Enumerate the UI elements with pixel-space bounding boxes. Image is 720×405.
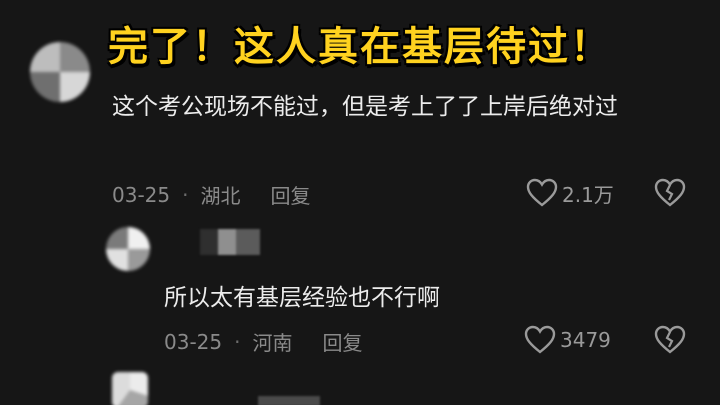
avatar[interactable] xyxy=(30,42,90,102)
avatar[interactable] xyxy=(106,227,150,271)
video-headline: 完了！这人真在基层待过！ xyxy=(108,24,612,70)
comment-text: 这个考公现场不能过，但是考上了了上岸后绝对过 xyxy=(112,94,618,120)
broken-heart-icon[interactable] xyxy=(654,178,686,208)
like-count: 2.1万 xyxy=(562,182,614,207)
comment-date: 03-25 xyxy=(164,329,223,354)
comment-meta: 03-25 · 河南 回复 xyxy=(164,327,362,356)
heart-outline-icon xyxy=(526,178,558,207)
reply-button[interactable]: 回复 xyxy=(322,327,362,356)
broken-heart-icon[interactable] xyxy=(654,325,686,355)
like-button[interactable]: 2.1万 xyxy=(526,178,614,208)
comment-location: 湖北 xyxy=(200,184,241,208)
username-blurred xyxy=(200,229,260,255)
comment-text: 所以太有基层经验也不行啊 xyxy=(164,285,440,311)
comment-date: 03-25 xyxy=(112,182,171,207)
comment-location: 河南 xyxy=(252,331,293,355)
like-count: 3479 xyxy=(560,328,611,352)
comment-meta: 03-25 · 湖北 回复 xyxy=(112,180,310,209)
avatar[interactable] xyxy=(112,372,148,405)
reply-button[interactable]: 回复 xyxy=(270,180,310,209)
heart-outline-icon xyxy=(524,325,556,354)
like-button[interactable]: 3479 xyxy=(524,325,611,355)
meta-separator: · xyxy=(234,329,241,354)
username-blurred xyxy=(258,396,320,405)
meta-separator: · xyxy=(182,182,189,207)
